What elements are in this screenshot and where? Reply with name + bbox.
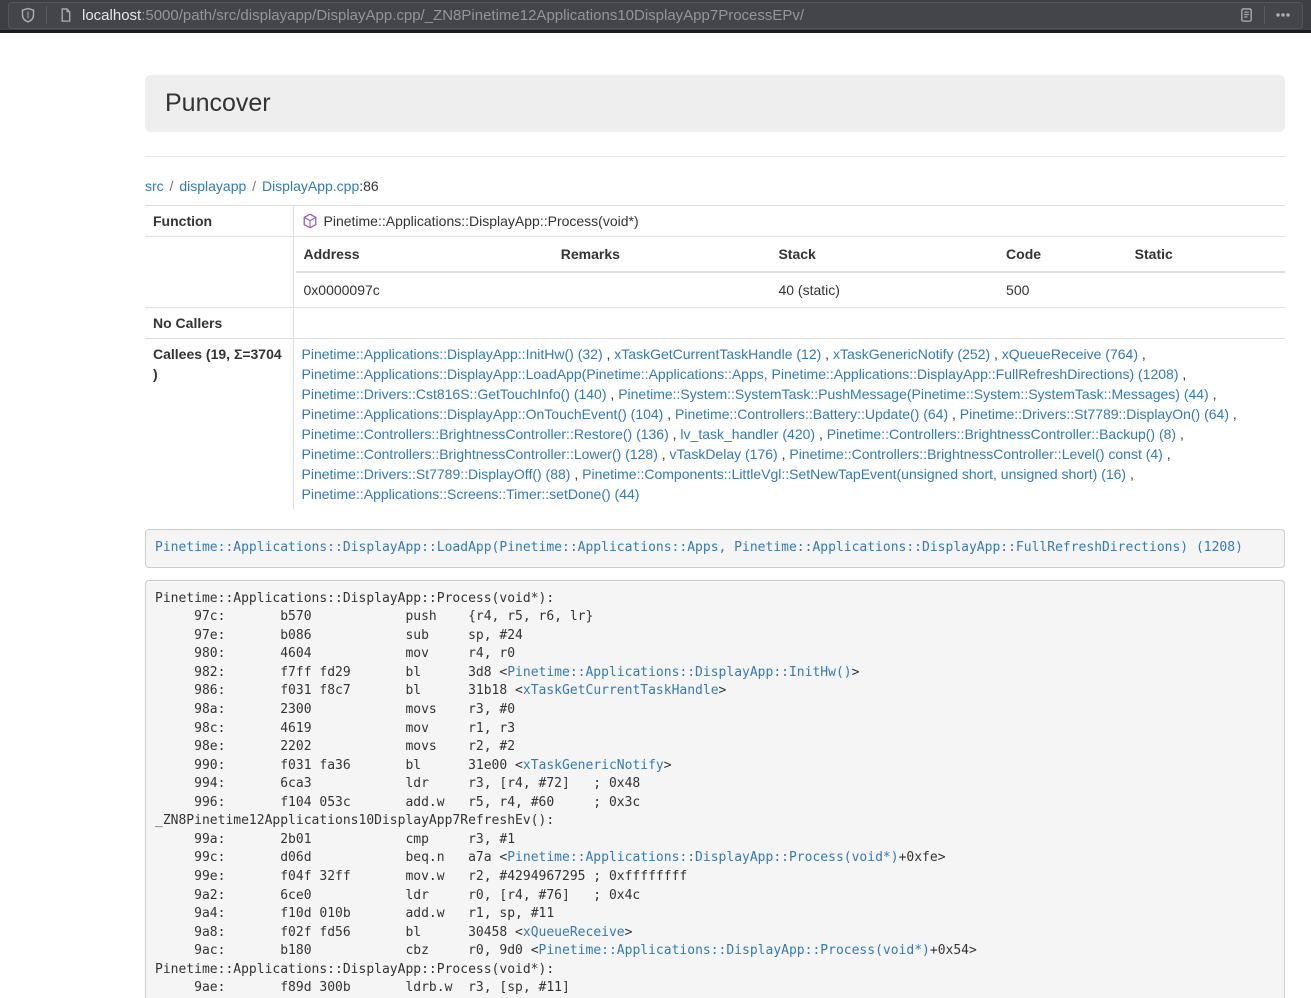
breadcrumb-separator: / xyxy=(246,178,262,194)
code-symbol-link[interactable]: Pinetime::Applications::DisplayApp::Proc… xyxy=(507,850,898,865)
col-static: Static xyxy=(1127,237,1285,272)
no-callers-row: No Callers xyxy=(145,308,1285,339)
address-value: 0x0000097c xyxy=(296,272,553,307)
callee-link[interactable]: Pinetime::Controllers::BrightnessControl… xyxy=(302,446,658,462)
empty-cell xyxy=(293,308,1285,339)
callee-link[interactable]: Pinetime::Applications::Screens::Timer::… xyxy=(302,486,640,502)
more-menu-icon[interactable] xyxy=(1272,4,1294,26)
disassembly: Pinetime::Applications::DisplayApp::Proc… xyxy=(145,580,1285,998)
no-callers-label: No Callers xyxy=(145,308,293,339)
callees-label: Callees (19, Σ=3704 ) xyxy=(145,339,293,510)
function-name: Pinetime::Applications::DisplayApp::Proc… xyxy=(324,211,639,231)
breadcrumb-separator: / xyxy=(164,178,180,194)
breadcrumb-line-number: :86 xyxy=(359,178,378,194)
stack-value: 40 (static) xyxy=(770,272,998,307)
stats-row: Address Remarks Stack Code Static 0x0000… xyxy=(145,237,1285,308)
url-host: localhost xyxy=(82,7,141,24)
shield-icon[interactable] xyxy=(17,4,39,26)
callees-list: Pinetime::Applications::DisplayApp::Init… xyxy=(293,339,1285,510)
package-icon xyxy=(302,213,318,229)
static-value xyxy=(1127,272,1285,307)
callee-link[interactable]: Pinetime::Components::LittleVgl::SetNewT… xyxy=(582,466,1126,482)
browser-toolbar: localhost:5000/path/src/displayapp/Displ… xyxy=(0,0,1311,33)
callees-row: Callees (19, Σ=3704 ) Pinetime::Applicat… xyxy=(145,339,1285,510)
breadcrumb: src / displayapp / DisplayApp.cpp:86 xyxy=(145,178,1285,194)
highlighted-symbol-link[interactable]: Pinetime::Applications::DisplayApp::Load… xyxy=(155,540,1243,555)
function-row-label: Function xyxy=(145,206,293,237)
col-stack: Stack xyxy=(770,237,998,272)
callee-link[interactable]: Pinetime::System::SystemTask::PushMessag… xyxy=(618,386,1209,402)
callee-link[interactable]: Pinetime::Drivers::St7789::DisplayOff() … xyxy=(302,466,571,482)
col-remarks: Remarks xyxy=(553,237,771,272)
callee-link[interactable]: xTaskGenericNotify (252) xyxy=(833,346,990,362)
function-cell: Pinetime::Applications::DisplayApp::Proc… xyxy=(293,206,1285,237)
url-path: :5000/path/src/displayapp/DisplayApp.cpp… xyxy=(141,7,804,24)
callee-link[interactable]: Pinetime::Controllers::BrightnessControl… xyxy=(789,446,1162,462)
breadcrumb-link[interactable]: DisplayApp.cpp xyxy=(262,178,359,194)
callee-link[interactable]: Pinetime::Drivers::Cst816S::GetTouchInfo… xyxy=(302,386,607,402)
callee-link[interactable]: Pinetime::Controllers::Battery::Update()… xyxy=(675,406,948,422)
reader-mode-icon[interactable] xyxy=(1235,4,1257,26)
page-info-icon[interactable] xyxy=(54,4,76,26)
code-symbol-link[interactable]: xQueueReceive xyxy=(523,925,625,940)
callee-link[interactable]: Pinetime::Controllers::BrightnessControl… xyxy=(302,426,669,442)
header-divider xyxy=(145,156,1285,157)
code-symbol-link[interactable]: Pinetime::Applications::DisplayApp::Proc… xyxy=(539,943,930,958)
stats-value-row: 0x0000097c 40 (static) 500 xyxy=(296,272,1286,307)
callee-link[interactable]: Pinetime::Drivers::St7789::DisplayOn() (… xyxy=(960,406,1229,422)
remarks-value xyxy=(553,272,771,307)
callee-link[interactable]: xTaskGetCurrentTaskHandle (12) xyxy=(614,346,821,362)
function-table: Function Pinetime::Applications::Display… xyxy=(145,205,1285,509)
callee-link[interactable]: Pinetime::Controllers::BrightnessControl… xyxy=(827,426,1176,442)
callee-link[interactable]: Pinetime::Applications::DisplayApp::Load… xyxy=(302,366,1179,382)
url-text[interactable]: localhost:5000/path/src/displayapp/Displ… xyxy=(82,7,1235,24)
callee-link[interactable]: Pinetime::Applications::DisplayApp::OnTo… xyxy=(302,406,664,422)
col-address: Address xyxy=(296,237,553,272)
stats-cell: Address Remarks Stack Code Static 0x0000… xyxy=(293,237,1285,308)
app-header: Puncover xyxy=(145,75,1285,132)
app-title: Puncover xyxy=(165,89,1265,118)
callee-link[interactable]: Pinetime::Applications::DisplayApp::Init… xyxy=(302,346,603,362)
code-symbol-link[interactable]: Pinetime::Applications::DisplayApp::Init… xyxy=(507,665,851,680)
function-stats-table: Address Remarks Stack Code Static 0x0000… xyxy=(296,237,1286,307)
code-value: 500 xyxy=(998,272,1127,307)
col-code: Code xyxy=(998,237,1127,272)
toolbar-separator xyxy=(46,6,47,24)
page-container: Puncover src / displayapp / DisplayApp.c… xyxy=(145,75,1285,998)
url-bar[interactable]: localhost:5000/path/src/displayapp/Displ… xyxy=(8,2,1303,29)
empty-cell xyxy=(145,237,293,308)
toolbar-separator xyxy=(1264,6,1265,24)
breadcrumb-link[interactable]: displayapp xyxy=(179,178,246,194)
breadcrumb-link[interactable]: src xyxy=(145,178,164,194)
function-row: Function Pinetime::Applications::Display… xyxy=(145,206,1285,237)
stats-header-row: Address Remarks Stack Code Static xyxy=(296,237,1286,272)
code-symbol-link[interactable]: xTaskGenericNotify xyxy=(523,758,664,773)
code-symbol-link[interactable]: xTaskGetCurrentTaskHandle xyxy=(523,683,719,698)
callee-link[interactable]: vTaskDelay (176) xyxy=(670,446,778,462)
callee-link[interactable]: xQueueReceive (764) xyxy=(1002,346,1138,362)
callee-link[interactable]: lv_task_handler (420) xyxy=(680,426,815,442)
highlighted-symbol-box: Pinetime::Applications::DisplayApp::Load… xyxy=(145,529,1285,568)
